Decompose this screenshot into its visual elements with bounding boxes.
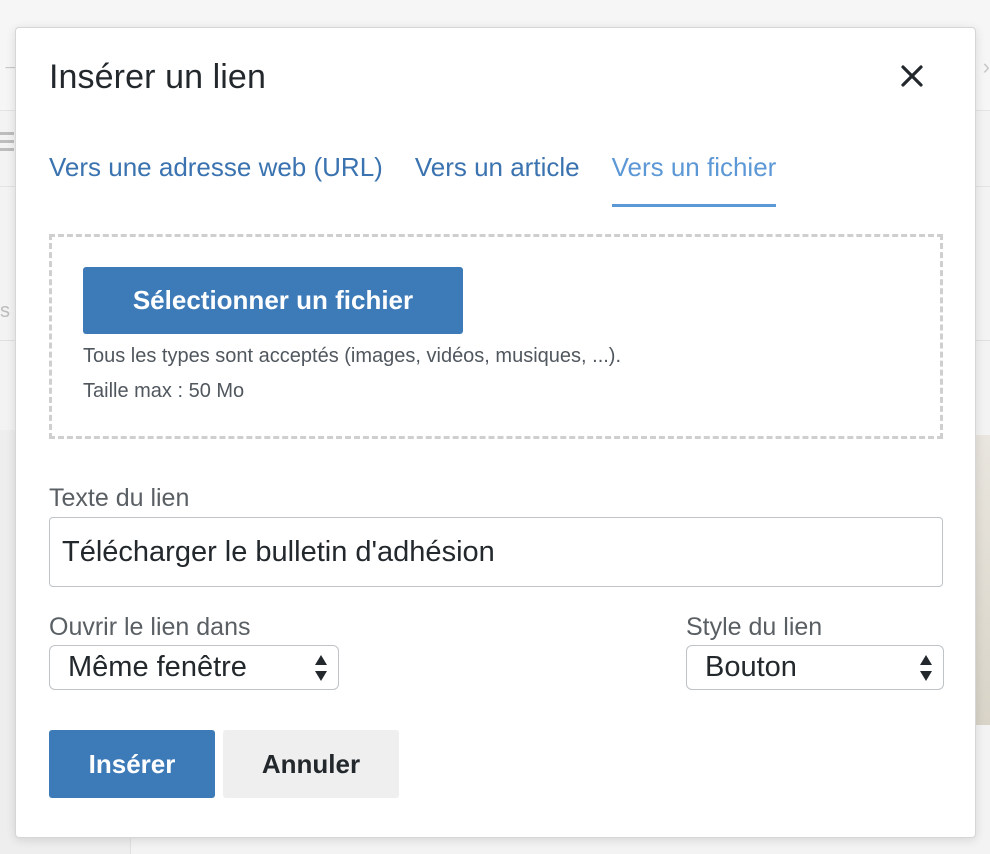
open-in-label: Ouvrir le lien dans [49, 613, 251, 641]
tab-file[interactable]: Vers un fichier [611, 152, 777, 207]
tab-article[interactable]: Vers un article [415, 152, 580, 207]
insert-link-dialog: Insérer un lien Vers une adresse web (UR… [15, 27, 976, 838]
link-style-select[interactable]: Bouton [686, 645, 944, 690]
chevron-right-icon: › [982, 54, 990, 79]
select-file-button[interactable]: Sélectionner un fichier [83, 267, 463, 334]
menu-icon [0, 132, 14, 156]
link-style-selected-value: Bouton [705, 651, 797, 683]
cancel-button[interactable]: Annuler [223, 730, 399, 798]
open-in-select[interactable]: Même fenêtre [49, 645, 339, 690]
link-text-label: Texte du lien [49, 484, 190, 512]
select-arrows-icon [315, 655, 327, 681]
file-dropzone[interactable]: Sélectionner un fichier Tous les types s… [49, 234, 943, 439]
max-size-hint: Taille max : 50 Mo [83, 380, 245, 402]
background-text-fragment: s [0, 300, 10, 322]
insert-button[interactable]: Insérer [49, 730, 215, 798]
close-icon [901, 65, 923, 87]
open-in-selected-value: Même fenêtre [68, 651, 247, 683]
link-type-tabs: Vers une adresse web (URL) Vers un artic… [49, 152, 808, 207]
accepted-types-hint: Tous les types sont acceptés (images, vi… [83, 345, 622, 367]
close-button[interactable] [892, 56, 932, 96]
link-text-input[interactable] [49, 517, 943, 587]
select-arrows-icon [920, 655, 932, 681]
background-image [976, 435, 990, 725]
link-style-label: Style du lien [686, 613, 823, 641]
dialog-title: Insérer un lien [49, 58, 266, 96]
tab-url[interactable]: Vers une adresse web (URL) [49, 152, 383, 207]
